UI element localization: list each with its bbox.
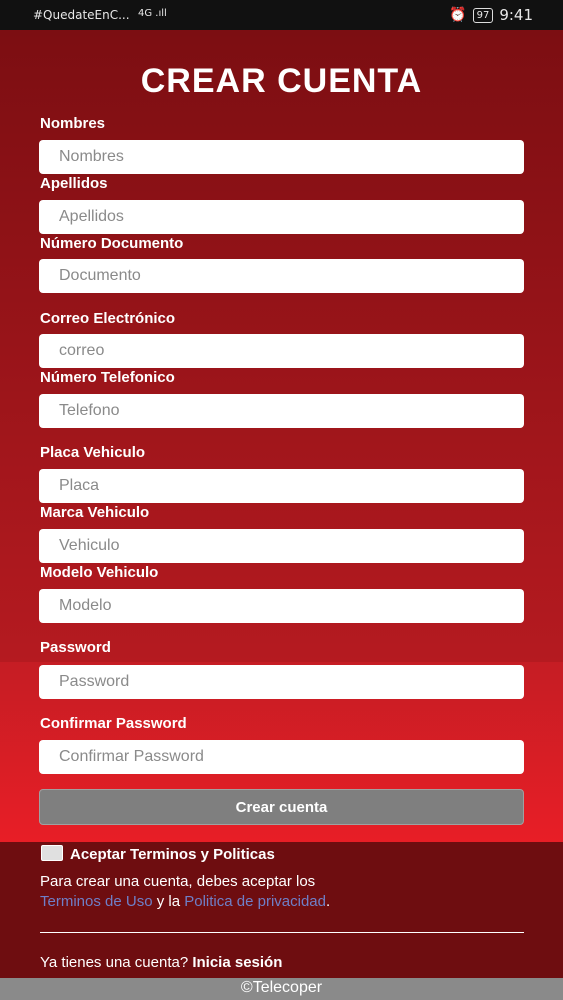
terms-period: . (325, 893, 331, 910)
terms-notice-text: Para crear una cuenta, debes aceptar los (40, 873, 316, 890)
documento-input[interactable] (39, 259, 524, 293)
status-right: ⏰ 97 9:41 (449, 6, 533, 24)
terms-checkbox[interactable] (41, 845, 63, 861)
copyright: ©Telecoper (0, 978, 563, 1000)
correo-input[interactable] (39, 334, 524, 368)
login-prompt: Ya tienes una cuenta? (40, 954, 189, 971)
notification-text: #QuedateEnC... (33, 8, 130, 22)
login-link[interactable]: Inicia sesión (192, 954, 282, 971)
placa-input[interactable] (39, 469, 524, 503)
confirm-password-input[interactable] (39, 740, 524, 774)
password-input[interactable] (39, 665, 524, 699)
page-title: CREAR CUENTA (140, 62, 423, 100)
status-time: 9:41 (499, 6, 533, 24)
correo-label: Correo Electrónico (40, 310, 176, 327)
modelo-input[interactable] (39, 589, 524, 623)
alarm-icon: ⏰ (449, 7, 467, 23)
nombres-input[interactable] (39, 140, 524, 174)
privacy-link[interactable]: Politica de privacidad (184, 893, 326, 910)
terms-notice: Para crear una cuenta, debes aceptar los… (40, 872, 530, 912)
apellidos-input[interactable] (39, 200, 524, 234)
terms-link[interactable]: Terminos de Uso (40, 893, 153, 910)
telefono-input[interactable] (39, 394, 524, 428)
nombres-label: Nombres (40, 115, 106, 132)
marca-input[interactable] (39, 529, 524, 563)
status-bar: #QuedateEnC... 4G .ıll ⏰ 97 9:41 (0, 0, 563, 30)
telefono-label: Número Telefonico (40, 369, 175, 386)
apellidos-label: Apellidos (40, 175, 108, 192)
terms-connector: y la (156, 893, 181, 910)
login-prompt-line: Ya tienes una cuenta? Inicia sesión (40, 954, 282, 971)
crear-cuenta-button[interactable]: Crear cuenta (39, 789, 524, 825)
signal-icon: 4G .ıll (138, 8, 167, 19)
terms-checkbox-label: Aceptar Terminos y Politicas (70, 846, 275, 863)
marca-label: Marca Vehiculo (40, 504, 150, 521)
divider (40, 932, 524, 933)
battery-icon: 97 (472, 7, 494, 23)
placa-label: Placa Vehiculo (40, 444, 146, 461)
documento-label: Número Documento (40, 235, 184, 252)
password-label: Password (40, 639, 111, 656)
confirm-password-label: Confirmar Password (40, 715, 187, 732)
modelo-label: Modelo Vehiculo (40, 564, 159, 581)
